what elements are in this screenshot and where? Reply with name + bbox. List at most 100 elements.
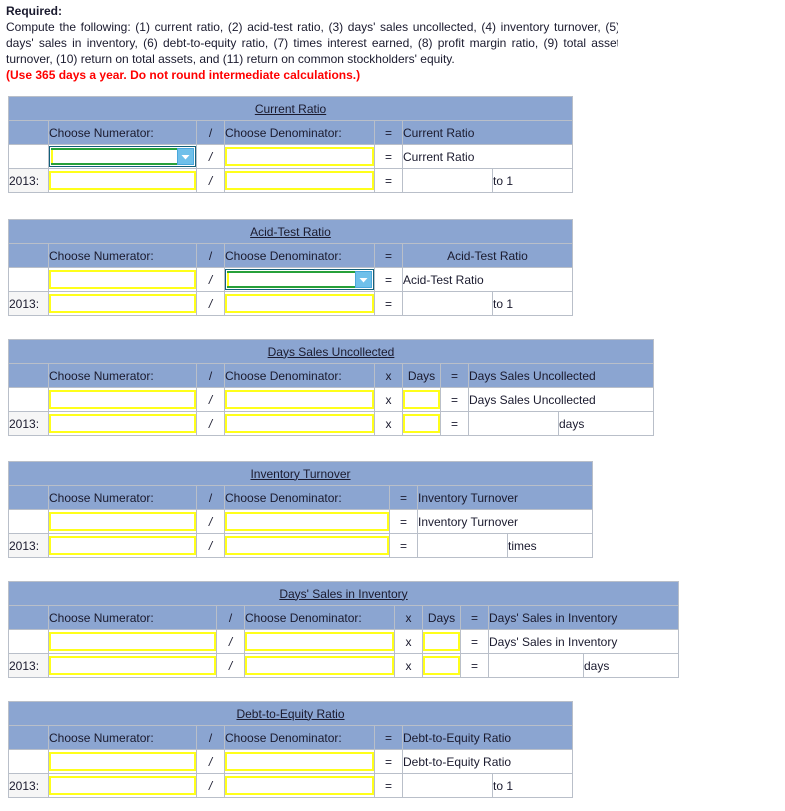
days-sales-in-inventory-days-input[interactable] <box>423 632 460 651</box>
header-equals-operator: = <box>460 605 489 630</box>
days-sales-uncollected-denominator-input[interactable] <box>225 390 374 409</box>
days-sales-in-inventory-denominator-input-cell[interactable] <box>244 629 395 654</box>
days-sales-uncollected-numerator-value-input[interactable] <box>49 414 196 433</box>
days-sales-uncollected-denominator-input-cell[interactable] <box>224 387 375 412</box>
instructions-text: Compute the following: (1) current ratio… <box>6 20 618 66</box>
days-sales-in-inventory-numerator-value-input[interactable] <box>49 656 216 675</box>
header-choose-numerator: Choose Numerator: <box>48 243 197 268</box>
days-sales-in-inventory-days-value-input-cell[interactable] <box>422 653 461 678</box>
chevron-down-icon[interactable] <box>177 148 194 165</box>
debt-to-equity-ratio-denominator-value-input-cell[interactable] <box>224 773 375 798</box>
inventory-turnover-denominator-input[interactable] <box>225 512 389 531</box>
computed-result-value <box>402 291 493 316</box>
table-title: Current Ratio <box>8 96 573 121</box>
acid-test-ratio-denominator-select[interactable] <box>225 269 374 290</box>
debt-to-equity-ratio-numerator-value-input-cell[interactable] <box>48 773 197 798</box>
current-ratio-numerator-select-cell[interactable] <box>48 144 197 169</box>
inventory-turnover-denominator-input-cell[interactable] <box>224 509 390 534</box>
header-choose-denominator: Choose Denominator: <box>224 485 390 510</box>
days-sales-uncollected-numerator-input[interactable] <box>49 390 196 409</box>
table-title-text: Days Sales Uncollected <box>267 344 395 359</box>
formula-row: / = Current Ratio <box>8 144 573 169</box>
header-equals-operator: = <box>374 725 403 750</box>
computed-result-value <box>402 168 493 193</box>
result-label: Acid-Test Ratio <box>402 267 573 292</box>
table-title-text: Current Ratio <box>254 101 327 116</box>
current-ratio-denominator-value-input-cell[interactable] <box>224 168 375 193</box>
debt-to-equity-ratio-denominator-input[interactable] <box>225 752 374 771</box>
equals-operator: = <box>460 653 489 678</box>
days-sales-in-inventory-denominator-value-input[interactable] <box>245 656 394 675</box>
days-sales-in-inventory-denominator-value-input-cell[interactable] <box>244 653 395 678</box>
days-sales-uncollected-days-value-input-cell[interactable] <box>402 411 441 436</box>
current-ratio-denominator-input-cell[interactable] <box>224 144 375 169</box>
days-sales-uncollected-days-input-cell[interactable] <box>402 387 441 412</box>
days-sales-in-inventory-numerator-input[interactable] <box>49 632 216 651</box>
acid-test-ratio-numerator-input-cell[interactable] <box>48 267 197 292</box>
acid-test-ratio-denominator-select-cell[interactable] <box>224 267 375 292</box>
row-label-blank <box>8 749 49 774</box>
divide-operator: / <box>196 387 225 412</box>
result-label: Current Ratio <box>402 144 573 169</box>
result-label: Debt-to-Equity Ratio <box>402 749 573 774</box>
days-sales-in-inventory-days-value-input[interactable] <box>423 656 460 675</box>
days-sales-in-inventory-numerator-value-input-cell[interactable] <box>48 653 217 678</box>
inventory-turnover-numerator-value-input[interactable] <box>49 536 196 555</box>
current-ratio-numerator-select[interactable] <box>49 146 196 167</box>
days-sales-in-inventory-numerator-input-cell[interactable] <box>48 629 217 654</box>
current-ratio-denominator-input[interactable] <box>225 147 374 166</box>
header-times-operator: x <box>374 363 403 388</box>
days-sales-uncollected-denominator-value-input[interactable] <box>225 414 374 433</box>
acid-test-ratio-numerator-value-input[interactable] <box>49 294 196 313</box>
days-sales-uncollected-days-value-input[interactable] <box>403 414 440 433</box>
header-choose-numerator: Choose Numerator: <box>48 485 197 510</box>
required-heading: Required: <box>6 4 63 18</box>
times-operator: x <box>394 629 423 654</box>
header-choose-denominator: Choose Denominator: <box>224 120 375 145</box>
inventory-turnover-numerator-input-cell[interactable] <box>48 509 197 534</box>
debt-to-equity-ratio-numerator-value-input[interactable] <box>49 776 196 795</box>
chevron-down-icon[interactable] <box>355 271 372 288</box>
days-sales-in-inventory-denominator-input[interactable] <box>245 632 394 651</box>
header-times-operator: x <box>394 605 423 630</box>
days-sales-uncollected-numerator-value-input-cell[interactable] <box>48 411 197 436</box>
inventory-turnover-numerator-value-input-cell[interactable] <box>48 533 197 558</box>
debt-to-equity-ratio-numerator-input-cell[interactable] <box>48 749 197 774</box>
days-sales-in-inventory-days-input-cell[interactable] <box>422 629 461 654</box>
computed-result-value <box>417 533 508 558</box>
acid-test-ratio-denominator-value-input[interactable] <box>225 294 374 313</box>
divide-operator: / <box>196 773 225 798</box>
row-label-blank <box>8 267 49 292</box>
divide-operator: / <box>196 267 225 292</box>
header-result: Acid-Test Ratio <box>402 243 573 268</box>
current-ratio-numerator-value-input-cell[interactable] <box>48 168 197 193</box>
row-label-blank <box>8 509 49 534</box>
days-sales-uncollected-denominator-value-input-cell[interactable] <box>224 411 375 436</box>
computed-result-value <box>402 773 493 798</box>
days-sales-uncollected-numerator-input-cell[interactable] <box>48 387 197 412</box>
divide-operator: / <box>196 533 225 558</box>
acid-test-ratio-numerator-value-input-cell[interactable] <box>48 291 197 316</box>
inventory-turnover-denominator-value-input-cell[interactable] <box>224 533 390 558</box>
debt-to-equity-ratio-denominator-input-cell[interactable] <box>224 749 375 774</box>
header-divide-operator: / <box>196 485 225 510</box>
inventory-turnover-denominator-value-input[interactable] <box>225 536 389 555</box>
inventory-turnover-numerator-input[interactable] <box>49 512 196 531</box>
days-sales-uncollected-days-input[interactable] <box>403 390 440 409</box>
debt-to-equity-ratio-numerator-input[interactable] <box>49 752 196 771</box>
table-header-row: Choose Numerator: / Choose Denominator: = De… <box>8 725 573 750</box>
header-spacer <box>8 605 49 630</box>
formula-row: / = Debt-to-Equity Ratio <box>8 749 573 774</box>
header-result: Current Ratio <box>402 120 573 145</box>
acid-test-ratio-numerator-input[interactable] <box>49 270 196 289</box>
debt-to-equity-ratio-denominator-value-input[interactable] <box>225 776 374 795</box>
row-label-year: 2013: <box>8 533 49 558</box>
header-divide-operator: / <box>216 605 245 630</box>
table-title-text: Acid-Test Ratio <box>250 224 331 239</box>
acid-test-ratio-denominator-value-input-cell[interactable] <box>224 291 375 316</box>
table-title-row: Inventory Turnover <box>8 461 593 486</box>
formula-row: / = Inventory Turnover <box>8 509 593 534</box>
current-ratio-denominator-value-input[interactable] <box>225 171 374 190</box>
current-ratio-numerator-value-input[interactable] <box>49 171 196 190</box>
header-divide-operator: / <box>196 243 225 268</box>
